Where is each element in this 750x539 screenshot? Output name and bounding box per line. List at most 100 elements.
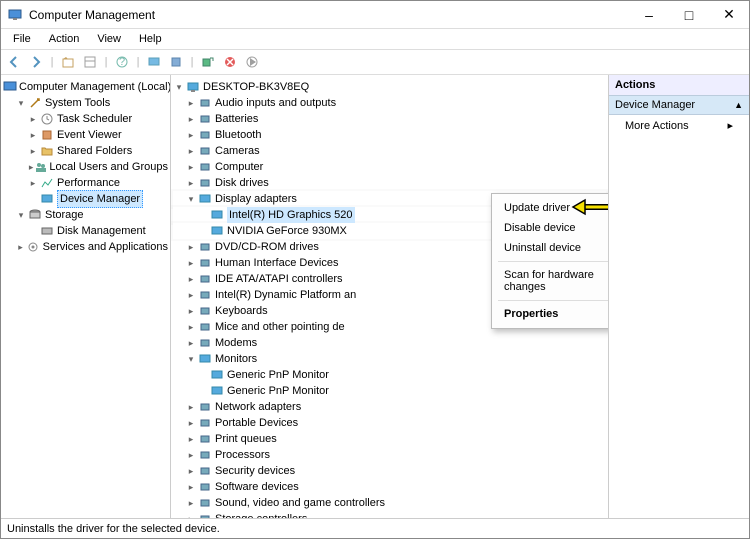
menu-properties[interactable]: Properties [492,304,609,324]
device-label: Disk drives [215,175,269,191]
expand-icon[interactable]: ▸ [185,319,197,335]
tree-storage[interactable]: ▾Storage [3,207,168,223]
expand-icon[interactable]: ▸ [185,143,197,159]
expand-icon[interactable]: ▾ [185,191,197,207]
expand-icon[interactable]: ▸ [27,111,39,127]
view-icon[interactable] [81,53,99,71]
expand-icon[interactable]: ▸ [185,415,197,431]
expand-icon[interactable]: ▾ [185,351,197,367]
expand-icon[interactable]: ▸ [185,95,197,111]
expand-icon[interactable]: ▸ [185,159,197,175]
device-label: Keyboards [215,303,268,319]
expand-icon[interactable]: ▸ [27,127,39,143]
expand-icon[interactable]: ▸ [185,335,197,351]
monitor-icon[interactable] [145,53,163,71]
computer-icon [185,79,201,95]
device-host[interactable]: ▾DESKTOP-BK3V8EQ [173,79,606,95]
menu-action[interactable]: Action [41,31,88,47]
expand-icon[interactable]: ▸ [185,431,197,447]
expand-icon[interactable]: ▾ [173,79,185,95]
menu-scan-hardware[interactable]: Scan for hardware changes [492,265,609,297]
expand-icon[interactable]: ▸ [185,255,197,271]
forward-icon[interactable] [27,53,45,71]
menu-disable-device[interactable]: Disable device [492,218,609,238]
device-category[interactable]: ▾Monitors [173,351,606,367]
expand-icon[interactable]: ▸ [15,239,26,255]
enable-icon[interactable] [243,53,261,71]
device-label: Bluetooth [215,127,261,143]
expand-icon[interactable]: ▾ [15,207,27,223]
actions-more[interactable]: More Actions ▸ [609,115,749,136]
device-category[interactable]: ▸Processors [173,447,606,463]
tree-event-viewer[interactable]: ▸Event Viewer [3,127,168,143]
menu-uninstall-device[interactable]: Uninstall device [492,238,609,258]
tree-root[interactable]: Computer Management (Local) [3,79,168,95]
menu-help[interactable]: Help [131,31,170,47]
device-label: Batteries [215,111,258,127]
device-item[interactable]: Generic PnP Monitor [173,367,606,383]
tree-label: Disk Management [57,223,146,239]
device-label: Intel(R) Dynamic Platform an [215,287,356,303]
maximize-button[interactable]: □ [669,1,709,29]
actions-section[interactable]: Device Manager ▲ [609,96,749,115]
up-icon[interactable] [59,53,77,71]
tree-task-scheduler[interactable]: ▸Task Scheduler [3,111,168,127]
expand-icon[interactable]: ▸ [185,303,197,319]
expand-icon[interactable]: ▸ [27,143,39,159]
expand-icon[interactable]: ▸ [185,479,197,495]
expand-icon[interactable]: ▾ [15,95,27,111]
remove-icon[interactable] [221,53,239,71]
expand-icon[interactable]: ▸ [185,111,197,127]
device-category[interactable]: ▸Modems [173,335,606,351]
menu-file[interactable]: File [5,31,39,47]
device-category[interactable]: ▸ Batteries [173,111,606,127]
tree-performance[interactable]: ▸Performance [3,175,168,191]
tree-disk-management[interactable]: Disk Management [3,223,168,239]
device-label: Generic PnP Monitor [227,383,329,399]
device-category[interactable]: ▸Software devices [173,479,606,495]
device-category[interactable]: ▸ Print queues [173,431,606,447]
device-label: Print queues [215,431,277,447]
expand-icon[interactable]: ▸ [185,175,197,191]
tree-local-users[interactable]: ▸Local Users and Groups [3,159,168,175]
expand-icon[interactable]: ▸ [185,399,197,415]
tree-device-manager[interactable]: Device Manager [3,191,168,207]
device-category[interactable]: ▸ Disk drives [173,175,606,191]
tree-services-apps[interactable]: ▸Services and Applications [3,239,168,255]
device-category[interactable]: ▸Security devices [173,463,606,479]
device-icon [197,175,213,191]
device-category[interactable]: ▸ Bluetooth [173,127,606,143]
expand-icon[interactable]: ▸ [185,127,197,143]
help-icon[interactable]: ? [113,53,131,71]
device-item[interactable]: Generic PnP Monitor [173,383,606,399]
expand-icon[interactable]: ▸ [185,271,197,287]
device-category[interactable]: ▸Sound, video and game controllers [173,495,606,511]
close-button[interactable]: ✕ [709,1,749,29]
expand-icon[interactable]: ▸ [185,495,197,511]
tree-shared-folders[interactable]: ▸Shared Folders [3,143,168,159]
device-category[interactable]: ▸Cameras [173,143,606,159]
expand-icon[interactable]: ▸ [185,239,197,255]
expand-icon[interactable]: ▸ [185,447,197,463]
device-category[interactable]: ▸Network adapters [173,399,606,415]
minimize-button[interactable]: – [629,1,669,29]
services-icon [26,239,41,255]
expand-icon[interactable]: ▸ [185,287,197,303]
menu-view[interactable]: View [89,31,129,47]
expand-icon[interactable]: ▸ [27,175,39,191]
back-icon[interactable] [5,53,23,71]
device-category[interactable]: ▸Storage controllers [173,511,606,518]
expand-icon[interactable]: ▸ [185,511,197,518]
device-icon [197,479,213,495]
expand-icon[interactable]: ▸ [27,159,35,175]
device-icon [209,383,225,399]
device-category[interactable]: ▸Portable Devices [173,415,606,431]
device-category[interactable]: ▸Audio inputs and outputs [173,95,606,111]
scan-icon[interactable] [199,53,217,71]
expand-icon[interactable]: ▸ [185,463,197,479]
separator: | [49,53,55,71]
annotation-arrow [571,197,609,217]
tree-system-tools[interactable]: ▾ System Tools [3,95,168,111]
device-icon[interactable] [167,53,185,71]
device-category[interactable]: ▸Computer [173,159,606,175]
